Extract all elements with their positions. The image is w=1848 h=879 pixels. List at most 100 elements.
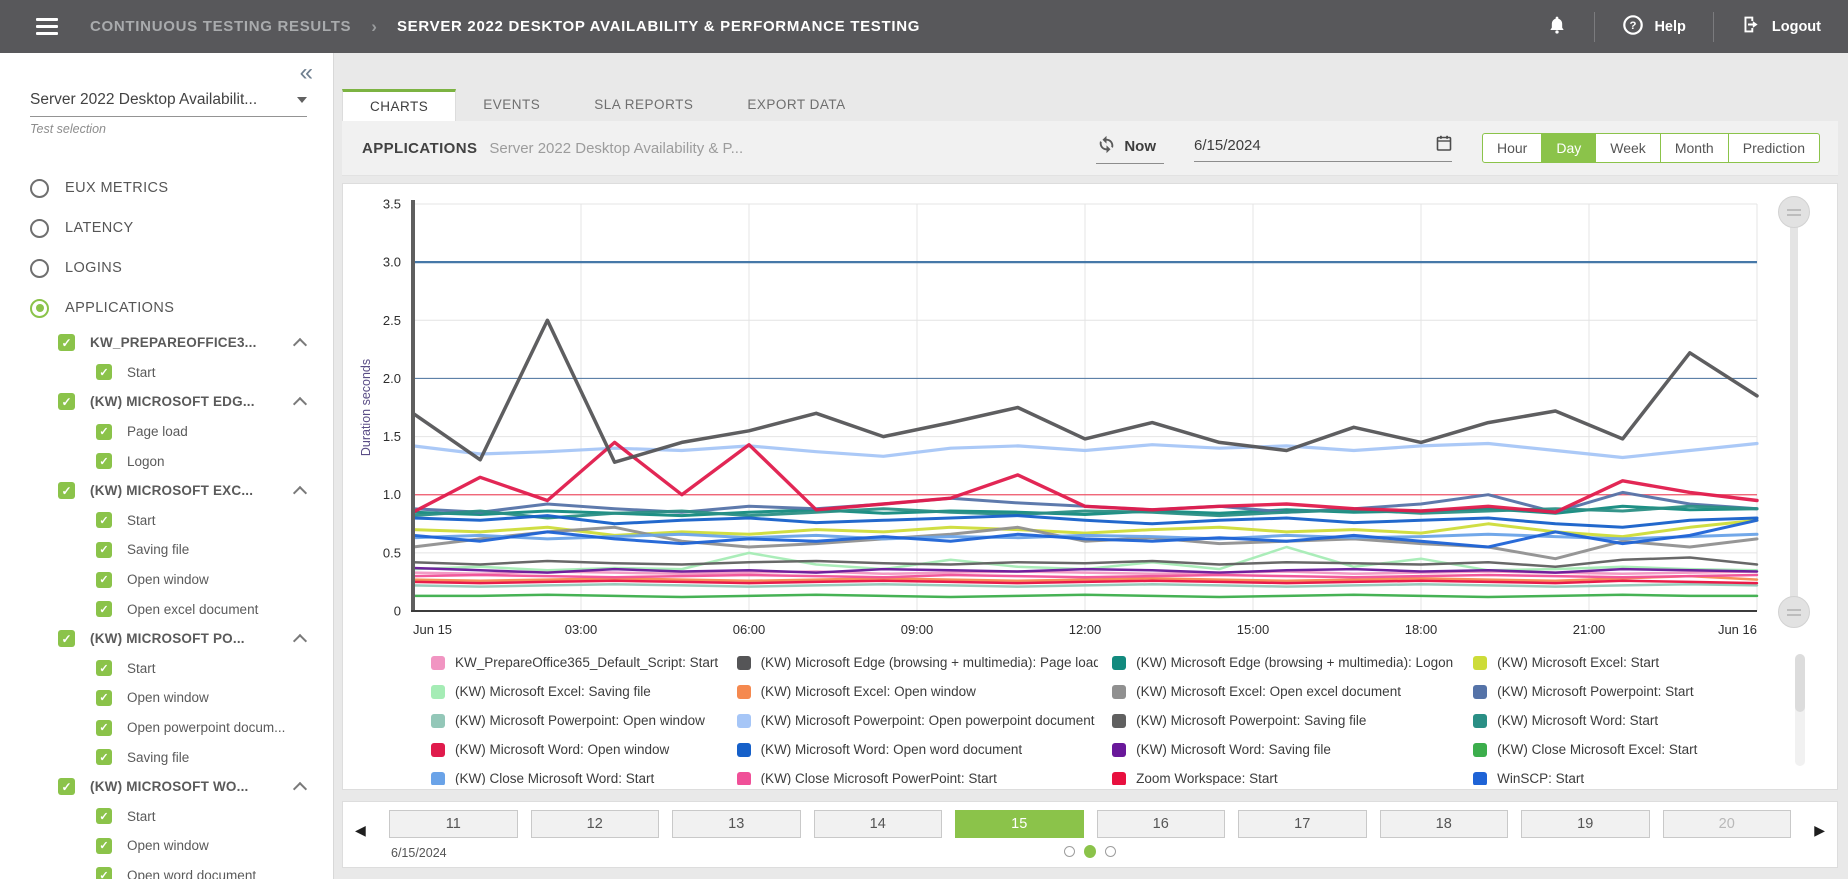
legend-item[interactable]: (KW) Microsoft Powerpoint: Open powerpoi… [737,706,1099,735]
checkbox-checked-icon[interactable]: ✓ [96,867,112,879]
checkbox-checked-icon[interactable]: ✓ [96,572,112,588]
legend-item[interactable]: (KW) Microsoft Word: Start [1473,706,1753,735]
checkbox-checked-icon[interactable]: ✓ [96,453,112,469]
tab-events[interactable]: EVENTS [456,89,567,121]
tree-item[interactable]: ✓Open window [0,565,333,595]
checkbox-checked-icon[interactable]: ✓ [58,482,75,499]
tab-charts[interactable]: CHARTS [342,89,456,121]
sidebar-category-applications[interactable]: APPLICATIONS [0,288,333,328]
help-button[interactable]: ? Help [1595,0,1712,53]
pager-dot-2[interactable] [1084,845,1096,858]
checkbox-checked-icon[interactable]: ✓ [96,424,112,440]
next-day-arrow-icon[interactable]: ▶ [1814,822,1825,839]
legend-item[interactable]: (KW) Close Microsoft Excel: Start [1473,735,1753,764]
day-button-13[interactable]: 13 [672,810,801,838]
tree-item[interactable]: ✓Open window [0,683,333,713]
checkbox-checked-icon[interactable]: ✓ [58,778,75,795]
day-button-11[interactable]: 11 [389,810,518,838]
tree-item[interactable]: ✓Page load [0,417,333,447]
tab-sla-reports[interactable]: SLA REPORTS [567,89,720,121]
tree-item[interactable]: ✓Open window [0,831,333,861]
tree-group[interactable]: ✓(KW) MICROSOFT PO... [0,624,333,654]
checkbox-checked-icon[interactable]: ✓ [58,393,75,410]
tree-item[interactable]: ✓Saving file [0,535,333,565]
chevron-up-icon[interactable] [293,782,307,796]
notifications-button[interactable] [1520,0,1594,53]
day-button-17[interactable]: 17 [1238,810,1367,838]
legend-item[interactable]: KW_PrepareOffice365_Default_Script: Star… [431,648,723,677]
checkbox-checked-icon[interactable]: ✓ [58,334,75,351]
legend-item[interactable]: (KW) Microsoft Powerpoint: Open window [431,706,723,735]
tree-group[interactable]: ✓(KW) MICROSOFT EXC... [0,476,333,506]
slider-handle-top[interactable] [1778,196,1810,228]
tree-group[interactable]: ✓(KW) MICROSOFT EDG... [0,387,333,417]
tree-item[interactable]: ✓Logon [0,446,333,476]
logout-button[interactable]: Logout [1714,0,1848,53]
checkbox-checked-icon[interactable]: ✓ [96,601,112,617]
legend-item[interactable]: (KW) Microsoft Edge (browsing + multimed… [737,648,1099,677]
checkbox-checked-icon[interactable]: ✓ [96,660,112,676]
tree-item[interactable]: ✓Start [0,506,333,536]
chevron-up-icon[interactable] [293,397,307,411]
checkbox-checked-icon[interactable]: ✓ [96,838,112,854]
sidebar-category-latency[interactable]: LATENCY [0,208,333,248]
range-button-prediction[interactable]: Prediction [1728,134,1819,162]
tree-item[interactable]: ✓Open powerpoint docum... [0,713,333,743]
checkbox-checked-icon[interactable]: ✓ [96,808,112,824]
legend-item[interactable]: (KW) Microsoft Excel: Open excel documen… [1112,677,1459,706]
legend-item[interactable]: (KW) Close Microsoft PowerPoint: Start [737,764,1099,785]
tree-item[interactable]: ✓Start [0,654,333,684]
tree-item[interactable]: ✓Open word document [0,861,333,879]
checkbox-checked-icon[interactable]: ✓ [96,512,112,528]
legend-item[interactable]: (KW) Close Microsoft Word: Start [431,764,723,785]
day-button-16[interactable]: 16 [1097,810,1226,838]
range-button-hour[interactable]: Hour [1483,134,1541,162]
checkbox-checked-icon[interactable]: ✓ [96,364,112,380]
tree-item[interactable]: ✓Start [0,802,333,832]
date-input[interactable]: 6/15/2024 [1194,135,1452,162]
breadcrumb[interactable]: CONTINUOUS TESTING RESULTS [90,18,351,35]
day-button-19[interactable]: 19 [1521,810,1650,838]
chevron-up-icon[interactable] [293,634,307,648]
tab-export-data[interactable]: EXPORT DATA [720,89,872,121]
checkbox-checked-icon[interactable]: ✓ [96,690,112,706]
prev-day-arrow-icon[interactable]: ◀ [355,822,366,839]
legend-item[interactable]: (KW) Microsoft Edge (browsing + multimed… [1112,648,1459,677]
range-button-month[interactable]: Month [1660,134,1728,162]
checkbox-checked-icon[interactable]: ✓ [96,542,112,558]
day-button-14[interactable]: 14 [814,810,943,838]
day-button-18[interactable]: 18 [1380,810,1509,838]
slider-track[interactable] [1790,212,1798,612]
pager-dot-3[interactable] [1105,846,1116,857]
sidebar-collapse-icon[interactable]: « [300,59,313,87]
legend-item[interactable]: (KW) Microsoft Word: Open word document [737,735,1099,764]
tree-group[interactable]: ✓KW_PREPAREOFFICE3... [0,328,333,358]
legend-item[interactable]: (KW) Microsoft Excel: Saving file [431,677,723,706]
refresh-now-button[interactable]: Now [1096,133,1164,164]
checkbox-checked-icon[interactable]: ✓ [58,630,75,647]
sidebar-category-eux-metrics[interactable]: EUX METRICS [0,168,333,208]
legend-item[interactable]: (KW) Microsoft Powerpoint: Saving file [1112,706,1459,735]
day-button-12[interactable]: 12 [531,810,660,838]
chevron-up-icon[interactable] [293,486,307,500]
test-selection-dropdown[interactable]: Server 2022 Desktop Availabilit... [30,91,307,117]
range-button-day[interactable]: Day [1541,134,1595,162]
tree-group[interactable]: ✓(KW) MICROSOFT WO... [0,772,333,802]
tree-item[interactable]: ✓Open excel document [0,594,333,624]
sidebar-category-logins[interactable]: LOGINS [0,248,333,288]
chevron-up-icon[interactable] [293,338,307,352]
legend-item[interactable]: Zoom Workspace: Start [1112,764,1459,785]
legend-item[interactable]: WinSCP: Start [1473,764,1753,785]
slider-handle-bottom[interactable] [1778,596,1810,628]
hamburger-menu-icon[interactable] [36,14,58,39]
legend-item[interactable]: (KW) Microsoft Word: Saving file [1112,735,1459,764]
tree-item[interactable]: ✓Saving file [0,742,333,772]
day-button-15[interactable]: 15 [955,810,1084,838]
range-button-week[interactable]: Week [1595,134,1660,162]
tree-item[interactable]: ✓Start [0,358,333,388]
legend-scrollbar[interactable] [1795,654,1805,766]
checkbox-checked-icon[interactable]: ✓ [96,749,112,765]
legend-item[interactable]: (KW) Microsoft Powerpoint: Start [1473,677,1753,706]
legend-item[interactable]: (KW) Microsoft Excel: Open window [737,677,1099,706]
pager-dot-1[interactable] [1064,846,1075,857]
